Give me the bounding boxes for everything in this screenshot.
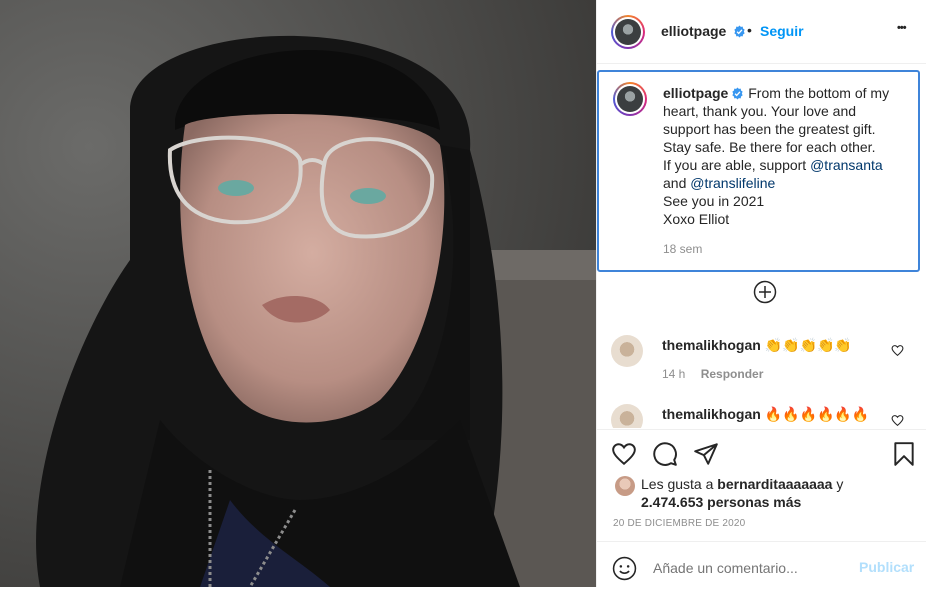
load-more-icon[interactable] <box>753 280 777 304</box>
author-username[interactable]: elliotpage <box>661 23 726 39</box>
caption-line: See you in 2021 <box>663 193 765 209</box>
caption-line: support has been the greatest gift. <box>663 121 876 137</box>
follow-button[interactable]: Seguir <box>760 23 804 39</box>
likes-joiner: y <box>832 476 844 492</box>
comment-input[interactable] <box>651 556 845 580</box>
post-header: elliotpage • Seguir ••• <box>597 0 926 64</box>
caption-line: and <box>663 175 691 191</box>
reply-button[interactable]: Responder <box>701 367 764 381</box>
post-photo[interactable] <box>0 0 596 587</box>
comment-icon[interactable] <box>652 441 678 467</box>
commenter-username[interactable]: themalikhogan <box>662 406 761 422</box>
likes-summary: Les gusta a bernarditaaaaaaa y 2.474.653… <box>641 475 843 511</box>
caption-text: elliotpage From the bottom of my heart, … <box>663 84 908 258</box>
comment-text: 🔥🔥🔥🔥🔥🔥 <box>764 406 870 422</box>
commenter-username[interactable]: themalikhogan <box>662 337 761 353</box>
comment-item: themalikhogan 👏👏👏👏👏 14 h Responder <box>597 335 926 395</box>
liker-avatar[interactable] <box>615 476 635 496</box>
likes-count[interactable]: 2.474.653 personas más <box>641 494 801 510</box>
mention-link[interactable]: @translifeline <box>690 175 775 191</box>
post-side-panel: elliotpage • Seguir ••• elliotpage From … <box>596 0 926 587</box>
emoji-icon[interactable] <box>612 556 637 581</box>
caption-line: heart, thank you. Your love and <box>663 103 857 119</box>
verified-badge-icon <box>734 25 745 38</box>
commenter-avatar[interactable] <box>611 404 643 428</box>
post-actions: Les gusta a bernarditaaaaaaa y 2.474.653… <box>597 429 926 588</box>
caption-block: elliotpage From the bottom of my heart, … <box>597 70 920 272</box>
post-date[interactable]: 20 DE DICIEMBRE DE 2020 <box>613 518 745 529</box>
post-image <box>0 0 596 587</box>
comment-item: themalikhogan 🔥🔥🔥🔥🔥🔥 <box>597 404 926 428</box>
caption-username[interactable]: elliotpage <box>663 85 728 101</box>
caption-timestamp[interactable]: 18 sem <box>663 240 908 258</box>
caption-line: Xoxo Elliot <box>663 211 730 227</box>
mention-link[interactable]: @transanta <box>810 157 883 173</box>
commenter-avatar[interactable] <box>611 335 643 367</box>
share-icon[interactable] <box>693 441 719 467</box>
like-heart-icon[interactable] <box>611 441 637 467</box>
publish-button[interactable]: Publicar <box>859 559 914 575</box>
bookmark-icon[interactable] <box>891 441 917 467</box>
verified-badge-icon <box>732 87 744 100</box>
caption-line: If you are able, support <box>663 157 811 173</box>
more-options-icon[interactable]: ••• <box>897 22 907 34</box>
heart-icon[interactable] <box>891 344 904 357</box>
caption-avatar[interactable] <box>613 82 647 116</box>
author-avatar[interactable] <box>611 15 645 49</box>
comment-time[interactable]: 14 h <box>662 367 685 381</box>
comment-form: Publicar <box>597 541 926 589</box>
caption-line: From the bottom of my <box>748 85 890 101</box>
caption-line: Stay safe. Be there for each other. <box>663 139 876 155</box>
liker-username[interactable]: bernarditaaaaaaa <box>717 476 832 492</box>
heart-icon[interactable] <box>891 414 904 427</box>
comment-text: 👏👏👏👏👏 <box>764 337 852 353</box>
header-separator: • <box>747 22 752 38</box>
likes-prefix: Les gusta a <box>641 476 718 492</box>
